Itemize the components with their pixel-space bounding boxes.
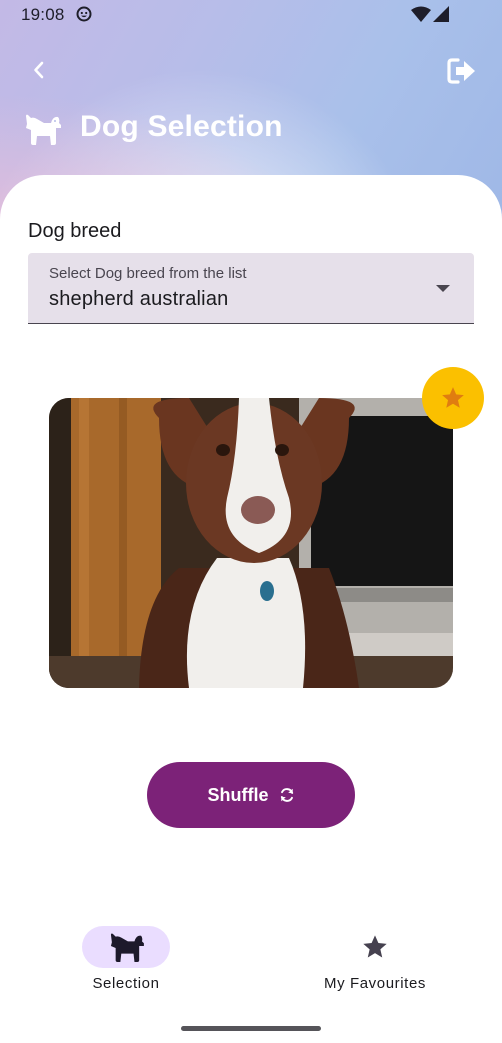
breed-select-value: shepherd australian: [49, 288, 229, 310]
dog-photo: [49, 398, 453, 688]
page-title: Dog Selection: [80, 110, 283, 143]
signal-icon: [433, 6, 449, 22]
shuffle-label: Shuffle: [207, 784, 269, 805]
nav-item-selection[interactable]: Selection: [36, 926, 216, 992]
breed-select-hint: Select Dog breed from the list: [49, 265, 247, 282]
logout-arrow-icon: [447, 58, 475, 84]
logout-button[interactable]: [444, 53, 480, 89]
notification-smiley-icon: [76, 6, 92, 22]
nav-label-my-favourites: My Favourites: [324, 975, 426, 992]
gesture-handle[interactable]: [181, 1026, 321, 1031]
refresh-icon: [280, 788, 293, 802]
dog-logo-icon: [26, 114, 61, 145]
chevron-left-icon: [34, 61, 44, 79]
bottom-navigation: Selection My Favourites: [0, 900, 502, 1043]
shuffle-button[interactable]: Shuffle: [147, 762, 355, 828]
breed-select[interactable]: Select Dog breed from the list shepherd …: [28, 253, 474, 324]
nav-icon-container: [331, 926, 419, 968]
status-time: 19:08: [21, 5, 65, 24]
dropdown-arrow-icon: [436, 285, 450, 292]
star-icon: [442, 387, 464, 408]
dog-icon: [110, 933, 144, 963]
nav-item-my-favourites[interactable]: My Favourites: [285, 926, 465, 992]
breed-field-label: Dog breed: [28, 220, 122, 242]
back-button[interactable]: [24, 55, 54, 85]
nav-indicator: [82, 926, 170, 968]
star-icon: [363, 935, 387, 958]
favourite-button[interactable]: [422, 367, 484, 429]
dog-illustration: [49, 398, 453, 688]
nav-label-selection: Selection: [92, 975, 160, 992]
status-bar: 19:08: [0, 0, 502, 30]
wifi-icon: [411, 6, 431, 22]
